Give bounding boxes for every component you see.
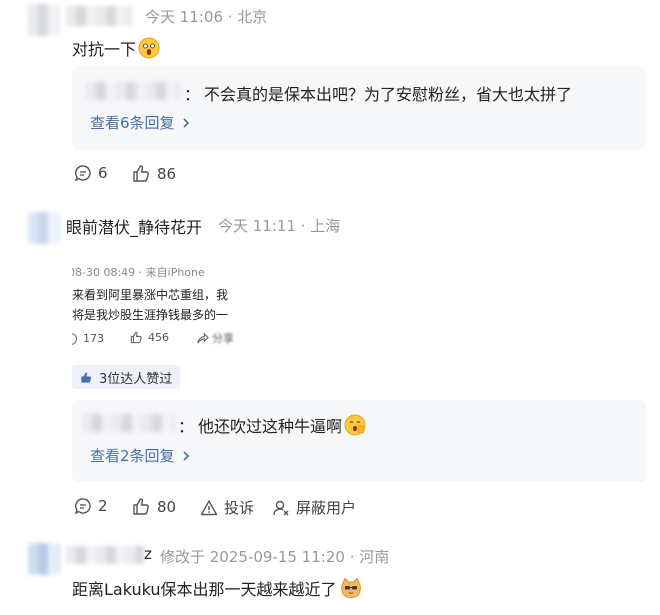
like-button[interactable]: 86: [132, 164, 176, 183]
comment-text-content: 距离Lakuku保本出那一天越来越近了: [72, 580, 337, 599]
reply-text: ： 他还吹过这种牛逼啊: [178, 413, 366, 437]
comment-icon: [74, 498, 91, 515]
avatar[interactable]: [28, 212, 60, 244]
screenshot-share-label: 分享: [212, 332, 234, 345]
comment-count: 6: [98, 164, 108, 182]
comment-text-content: 对抗一下: [72, 40, 137, 59]
expert-likes-badge[interactable]: 3位达人赞过: [72, 365, 181, 389]
comment-text: 对抗一下: [72, 36, 160, 60]
report-label: 投诉: [224, 499, 255, 517]
comment-count: 2: [98, 497, 108, 515]
screenshot-share-stat: 分享: [196, 330, 234, 346]
report-icon: [200, 499, 218, 515]
screenshot-meta: 08-30 08:49 · 来自iPhone: [72, 266, 205, 279]
screenshot-count-2: 456: [148, 331, 169, 344]
block-user-icon: [273, 500, 289, 515]
like-icon: [130, 331, 142, 344]
share-icon: [197, 332, 209, 343]
reply-colon: ：: [184, 85, 201, 104]
reply-content: 不会真的是保本出吧？为了安慰粉丝，省大也太拼了: [204, 85, 573, 104]
screenshot-line-2: 将是我炒股生涯挣钱最多的一: [72, 308, 229, 322]
comment-meta: 修改于 2025-09-15 11:20 · 河南: [160, 548, 390, 566]
comment-button[interactable]: 6: [74, 164, 108, 182]
badge-label: 3位达人赞过: [99, 371, 173, 387]
avatar[interactable]: [28, 4, 60, 36]
embedded-screenshot[interactable]: 08-30 08:49 · 来自iPhone 来看到阿里暴涨中芯重组，我 将是我…: [72, 258, 237, 358]
shocked-emoji-icon: [344, 414, 366, 436]
comment-meta: 今天 11:06 · 北京: [145, 8, 268, 26]
like-icon: [133, 498, 149, 515]
username-suffix: z: [144, 545, 152, 563]
thumb-badge-icon: [81, 371, 92, 383]
username-blurred[interactable]: [66, 546, 144, 564]
avatar[interactable]: [28, 543, 60, 575]
view-replies-label: 查看6条回复: [90, 114, 175, 132]
reply-preview[interactable]: [72, 67, 646, 149]
reply-colon: ：: [178, 417, 195, 436]
reply-content: 他还吹过这种牛逼啊: [198, 417, 343, 436]
view-replies-link[interactable]: 查看6条回复: [90, 112, 192, 133]
screenshot-like-stat: 456: [130, 331, 169, 344]
view-replies-label: 查看2条回复: [90, 447, 175, 465]
comment-icon: [74, 165, 91, 182]
cat-emoji-icon: [340, 577, 361, 598]
shocked-emoji-icon: [138, 37, 160, 59]
like-count: 86: [157, 164, 177, 183]
reply-text: ： 不会真的是保本出吧？为了安慰粉丝，省大也太拼了: [184, 81, 572, 105]
reply-username-blurred[interactable]: [82, 414, 176, 432]
username-blurred[interactable]: [66, 6, 132, 26]
comment-text: 距离Lakuku保本出那一天越来越近了: [72, 576, 362, 600]
block-user-label: 屏蔽用户: [296, 499, 357, 517]
reply-username-blurred[interactable]: [86, 82, 180, 100]
like-count: 80: [157, 497, 177, 516]
report-button[interactable]: 投诉: [200, 497, 254, 518]
block-user-button[interactable]: 屏蔽用户: [272, 497, 356, 518]
screenshot-line-1: 来看到阿里暴涨中芯重组，我: [72, 288, 229, 302]
view-replies-link[interactable]: 查看2条回复: [90, 445, 192, 466]
chevron-right-icon: [182, 450, 189, 461]
like-button[interactable]: 80: [132, 497, 176, 516]
comment-username[interactable]: 眼前潜伏_静待花开: [66, 214, 202, 238]
like-icon: [133, 165, 149, 182]
chevron-right-icon: [182, 117, 189, 128]
screenshot-comment-stat: 173: [72, 332, 104, 345]
comment-button[interactable]: 2: [74, 497, 108, 515]
comment-meta: 今天 11:11 · 上海: [218, 217, 341, 235]
screenshot-count-1: 173: [83, 332, 104, 345]
